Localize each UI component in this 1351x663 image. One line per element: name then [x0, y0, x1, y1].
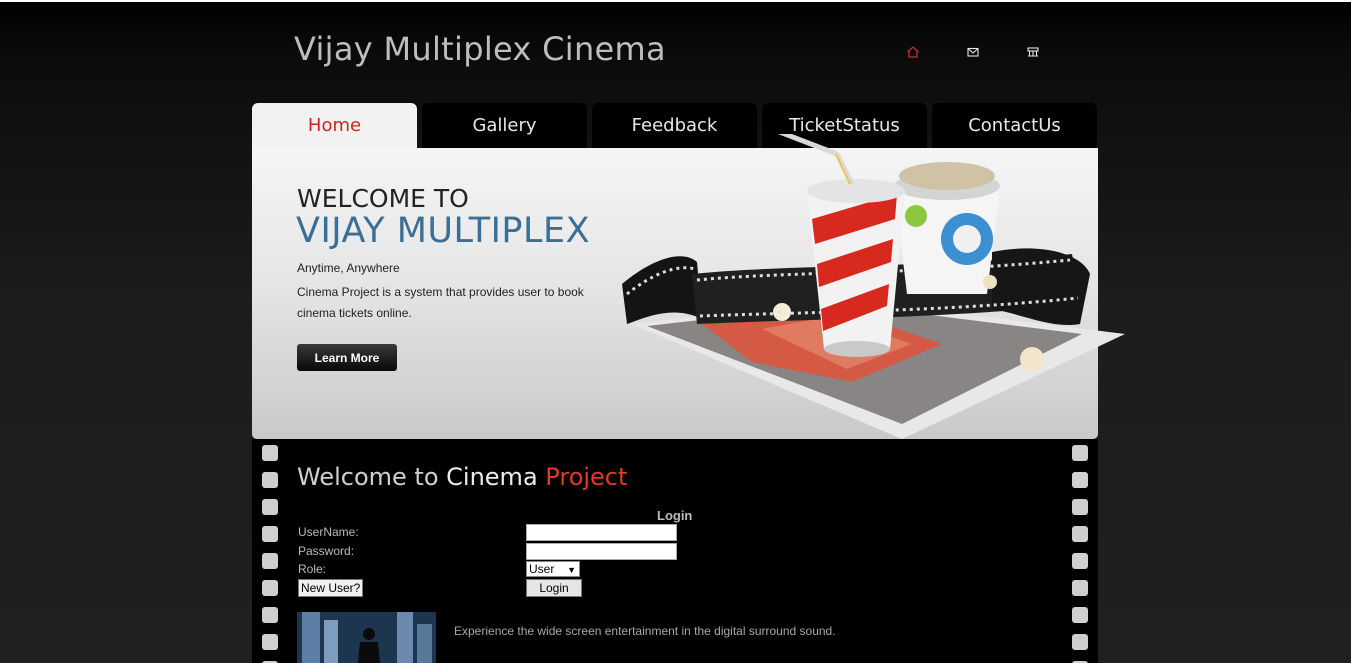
title-part-project: Project [545, 463, 628, 491]
new-user-button[interactable]: New User? [298, 579, 364, 597]
role-selected-value: User [529, 562, 555, 576]
title-part-welcome: Welcome to [297, 463, 439, 491]
site-title: Vijay Multiplex Cinema [294, 30, 666, 68]
role-label: Role: [298, 562, 327, 576]
password-input[interactable] [526, 543, 677, 560]
section-title: Welcome to Cinema Project [297, 463, 627, 491]
hero-banner: WELCOME TO VIJAY MULTIPLEX Anytime, Anyw… [252, 134, 1125, 439]
chevron-down-icon: ▼ [567, 565, 576, 575]
login-button[interactable]: Login [526, 579, 582, 597]
content-panel: Welcome to Cinema Project Login UserName… [252, 439, 1098, 663]
learn-more-button[interactable]: Learn More [297, 344, 397, 371]
tagline: Anytime, Anywhere [297, 261, 400, 275]
mail-icon[interactable] [965, 44, 981, 60]
top-border [0, 0, 1351, 2]
home-icon[interactable] [905, 44, 921, 60]
movie-thumbnail [297, 612, 436, 663]
sitemap-icon[interactable] [1025, 44, 1041, 60]
promo-text: Experience the wide screen entertainment… [454, 624, 836, 638]
welcome-heading: WELCOME TO [297, 184, 469, 213]
banner-description: Cinema Project is a system that provides… [297, 285, 584, 320]
username-label: UserName: [298, 525, 359, 539]
tab-gallery[interactable]: Gallery [422, 103, 587, 149]
login-heading: Login [657, 508, 693, 523]
header-icons [905, 44, 1041, 60]
role-select[interactable]: User ▼ [526, 561, 580, 577]
username-input[interactable] [526, 524, 677, 541]
password-label: Password: [298, 544, 355, 558]
film-holes-left [262, 445, 278, 663]
cinema-popcorn-illustration [622, 134, 1125, 439]
title-part-cinema: Cinema [446, 463, 538, 491]
film-holes-right [1072, 445, 1088, 663]
welcome-subheading: VIJAY MULTIPLEX [296, 211, 591, 251]
tab-home[interactable]: Home [252, 103, 417, 149]
